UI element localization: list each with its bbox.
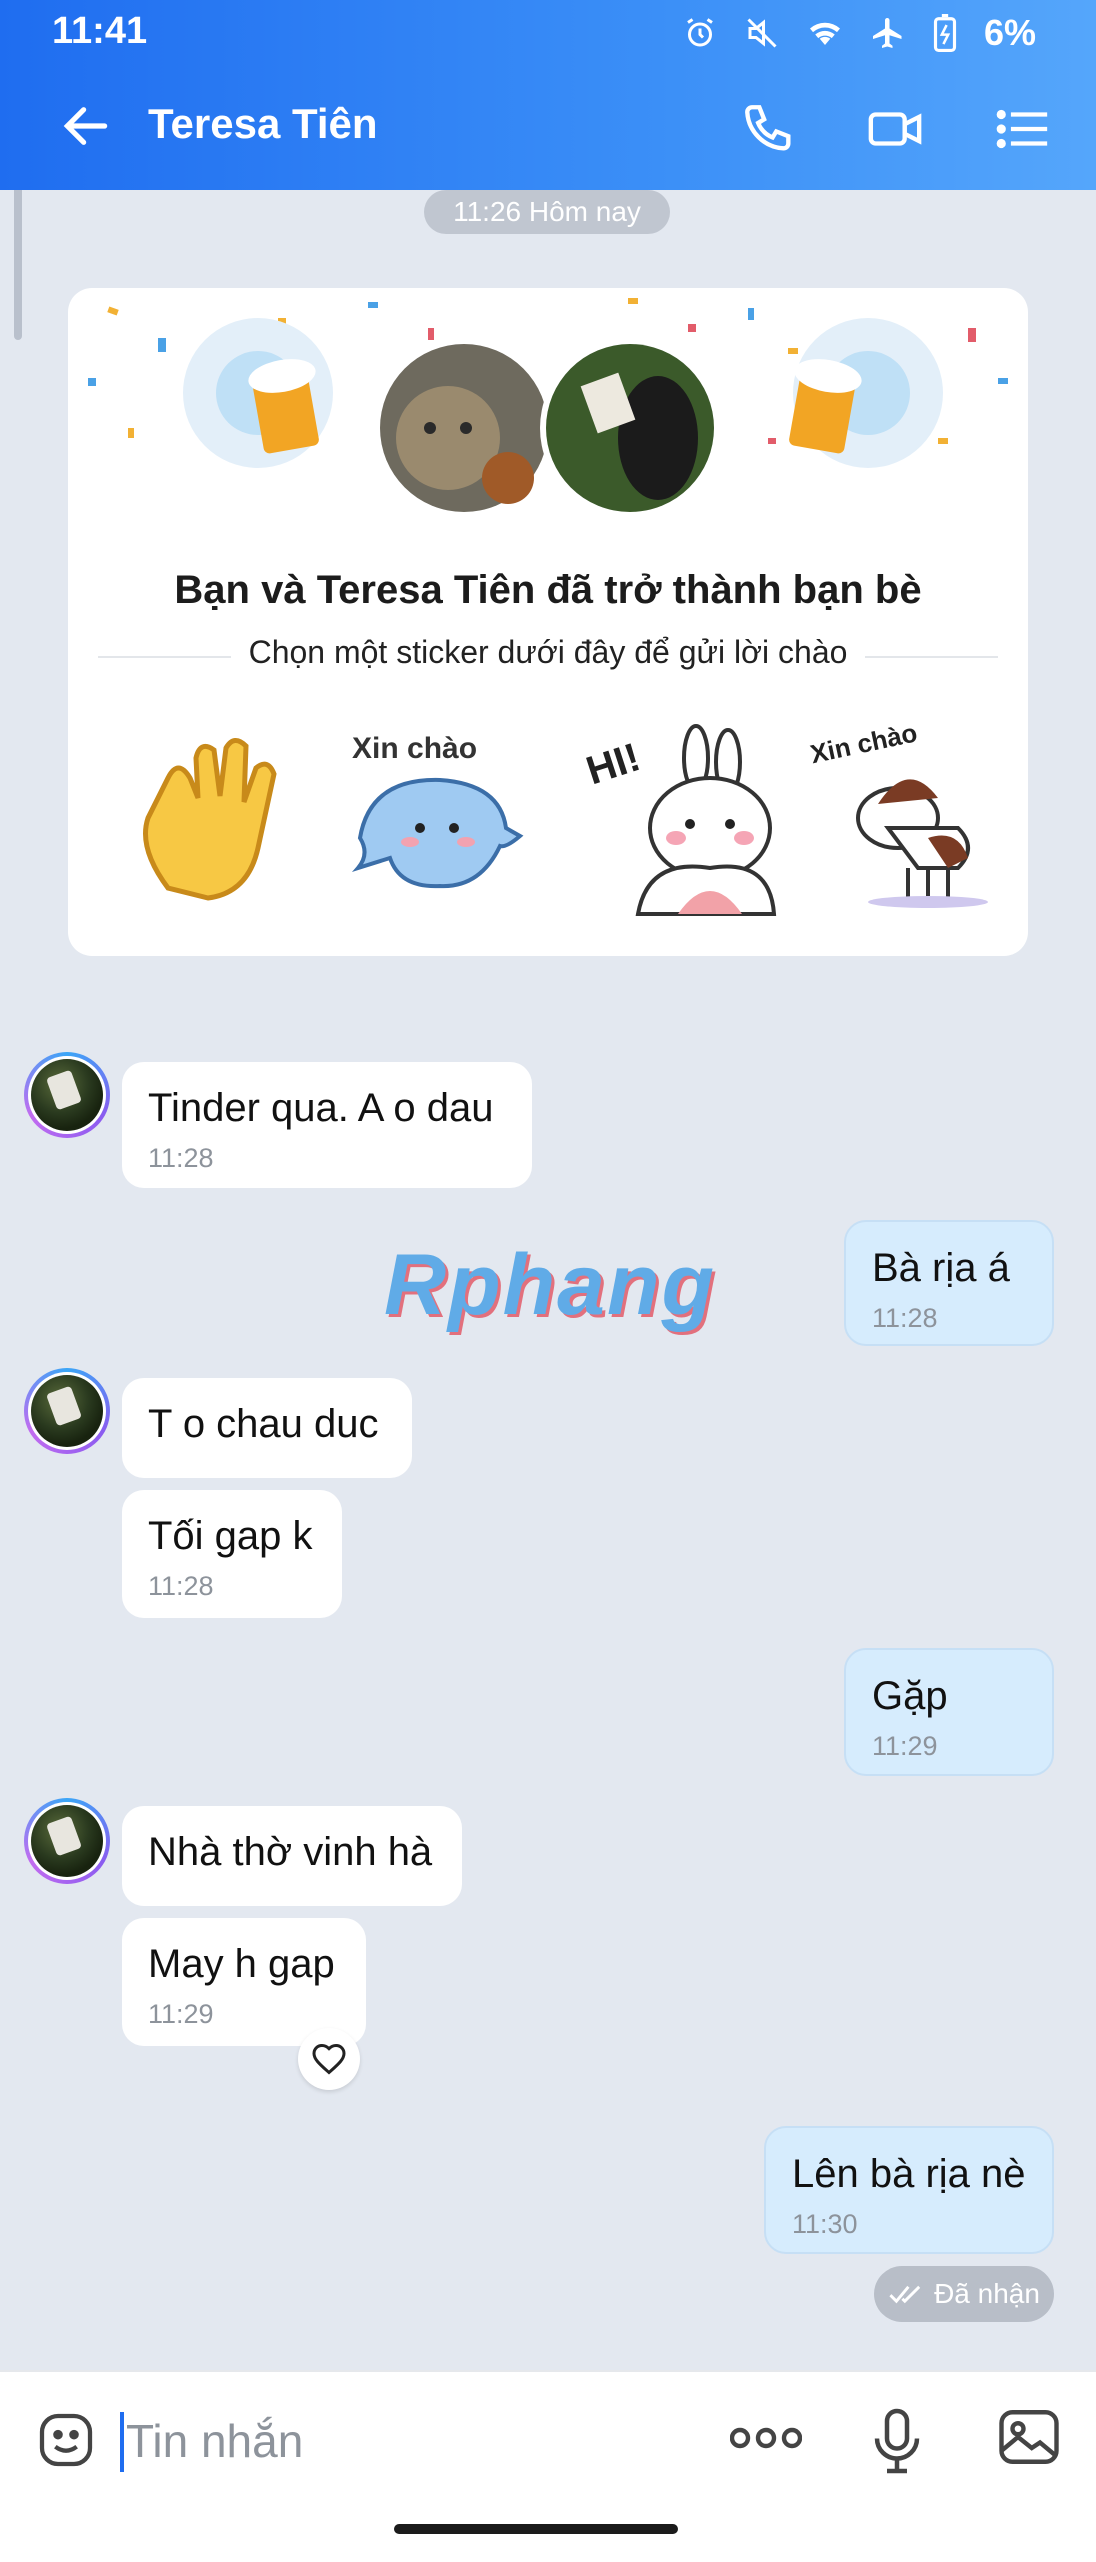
gallery-image-icon[interactable] — [996, 2406, 1062, 2468]
sticker-text-3: Xin chào — [808, 718, 920, 769]
message-text: Tối gap k — [148, 1514, 313, 1558]
message-time: 11:29 — [148, 1999, 214, 2029]
reaction-heart-button[interactable] — [298, 2028, 360, 2090]
celebration-banner — [88, 298, 1008, 518]
message-time: 11:30 — [792, 2209, 858, 2239]
message-time: 11:28 — [872, 1303, 938, 1333]
sticker-hi-bunny[interactable]: HI! — [578, 718, 778, 918]
date-separator: 11:26 Hôm nay — [424, 190, 670, 234]
contact-avatar[interactable] — [24, 1368, 110, 1454]
airplane-mode-icon — [872, 18, 902, 48]
contact-avatar[interactable] — [24, 1052, 110, 1138]
more-options-icon[interactable] — [730, 2416, 802, 2460]
sticker-text-2: HI! — [581, 735, 645, 793]
alarm-icon — [687, 18, 713, 47]
user-avatar-cat — [374, 338, 554, 518]
back-arrow-icon[interactable] — [58, 98, 114, 154]
message-time: 11:28 — [148, 1571, 214, 1601]
message-text: Nhà thờ vinh hà — [148, 1830, 433, 1874]
battery-percent: 6% — [983, 12, 1036, 53]
message-bubble[interactable]: Nhà thờ vinh hà — [122, 1806, 462, 1906]
sticker-waving-hand[interactable] — [108, 718, 308, 918]
video-call-icon[interactable] — [866, 100, 924, 158]
contact-avatar[interactable] — [24, 1798, 110, 1884]
sticker-text-1: Xin chào — [352, 732, 477, 765]
message-bubble[interactable]: Bà rịa á 11:28 — [844, 1220, 1054, 1346]
message-text: Tinder qua. A o dau — [148, 1086, 494, 1130]
watermark: Rphang — [384, 1237, 717, 1333]
mute-icon — [747, 18, 777, 48]
delivery-status-text: Đã nhận — [934, 2278, 1040, 2309]
status-time: 11:41 — [52, 10, 148, 52]
message-time: 11:28 — [148, 1143, 214, 1173]
delivery-status-badge: Đã nhận — [874, 2266, 1054, 2322]
message-time: 11:29 — [872, 1731, 938, 1761]
sticker-xin-chao-dog[interactable]: Xin chào — [808, 718, 1008, 918]
new-friend-card: Bạn và Teresa Tiên đã trở thành bạn bè C… — [68, 288, 1028, 956]
message-bubble[interactable]: Lên bà rịa nè 11:30 — [764, 2126, 1054, 2254]
message-input[interactable]: Tin nhắn — [126, 2414, 303, 2468]
microphone-icon[interactable] — [872, 2406, 922, 2476]
double-check-icon — [889, 2285, 921, 2304]
chat-header: Teresa Tiên — [0, 62, 1096, 190]
message-text: Bà rịa á — [872, 1246, 1010, 1290]
sticker-xin-chao-blob[interactable]: Xin chào — [330, 718, 530, 918]
status-icons: 6% — [682, 12, 1036, 54]
status-bar: 11:41 6% — [0, 0, 1096, 62]
menu-list-icon[interactable] — [994, 100, 1052, 158]
message-bubble[interactable]: Tối gap k 11:28 — [122, 1490, 342, 1618]
text-cursor — [120, 2412, 124, 2472]
top-bar: 11:41 6% Teresa Tiên — [0, 0, 1096, 190]
message-text: May h gap — [148, 1942, 335, 1986]
emoji-sticker-icon[interactable] — [34, 2408, 98, 2472]
message-text: Gặp — [872, 1674, 948, 1718]
message-bubble[interactable]: May h gap 11:29 — [122, 1918, 366, 2046]
message-bubble[interactable]: T o chau duc — [122, 1378, 412, 1478]
message-bubble[interactable]: Gặp 11:29 — [844, 1648, 1054, 1776]
contact-name[interactable]: Teresa Tiên — [148, 100, 378, 148]
battery-charging-icon — [933, 14, 957, 52]
home-indicator — [394, 2524, 678, 2534]
friend-card-headline: Bạn và Teresa Tiên đã trở thành bạn bè — [174, 568, 922, 612]
message-text: Lên bà rịa nè — [792, 2152, 1026, 2196]
contact-avatar-girl — [540, 338, 720, 518]
message-bubble[interactable]: Tinder qua. A o dau 11:28 — [122, 1062, 532, 1188]
wifi-icon — [809, 22, 840, 45]
phone-call-icon[interactable] — [740, 100, 798, 158]
friend-card-subline: Chọn một sticker dưới đây để gửi lời chà… — [98, 634, 998, 671]
message-text: T o chau duc — [148, 1402, 379, 1446]
heart-icon — [312, 2043, 346, 2075]
